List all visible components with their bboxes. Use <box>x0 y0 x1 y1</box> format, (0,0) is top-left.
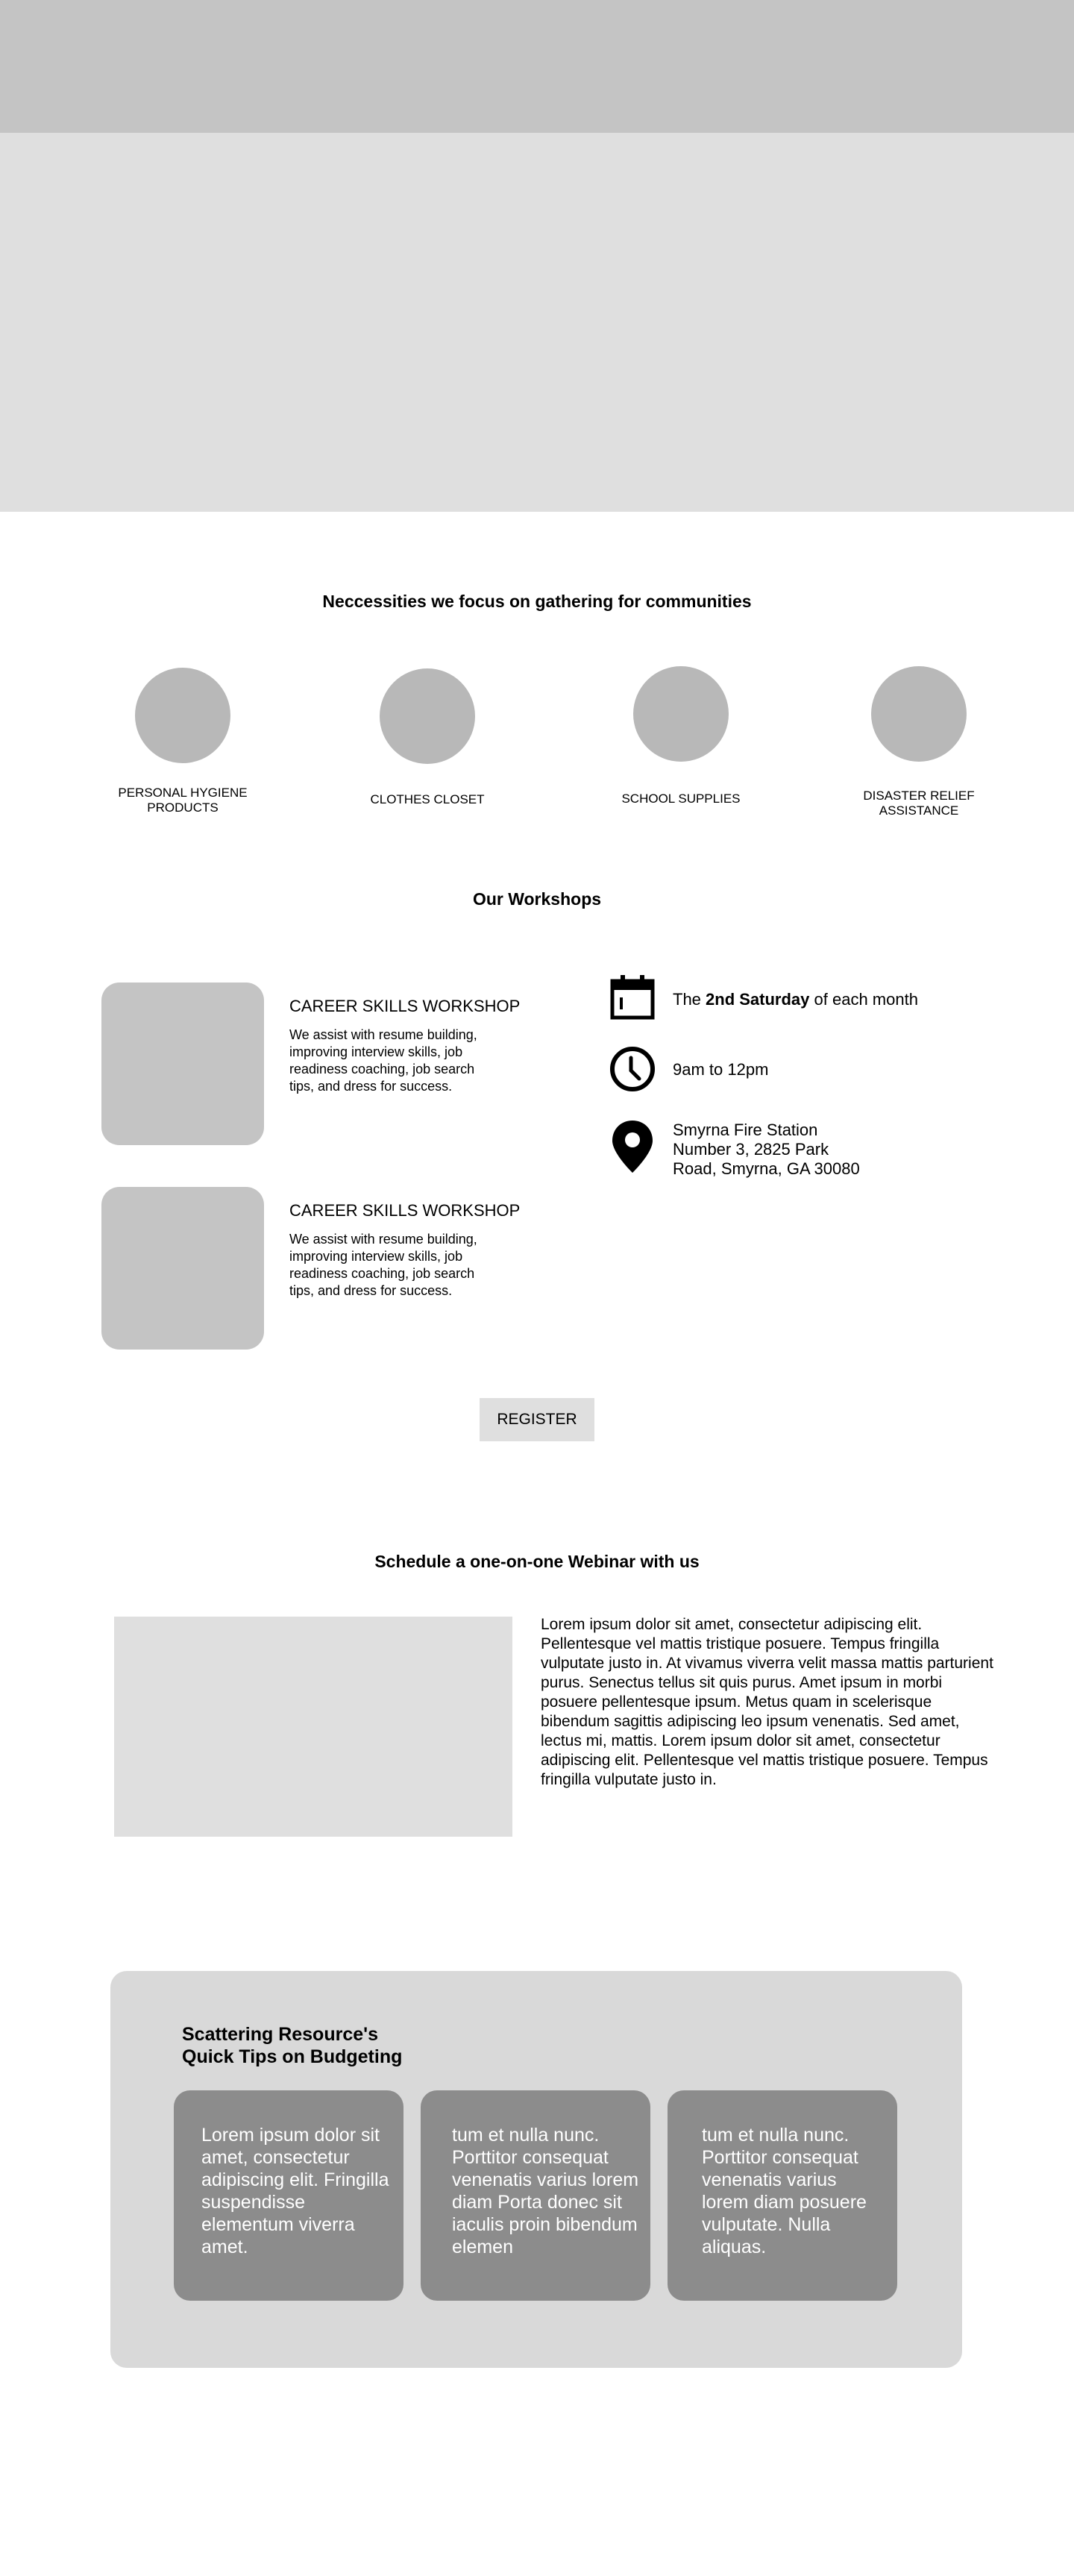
workshop-image <box>101 1187 264 1350</box>
budget-tips-title-line: Quick Tips on Budgeting <box>182 2046 403 2067</box>
calendar-icon <box>610 974 655 1020</box>
schedule-date-bold: 2nd Saturday <box>706 990 810 1009</box>
necessity-image <box>871 666 967 762</box>
tip-text: Lorem ipsum dolor sit amet, consectetur … <box>201 2125 389 2257</box>
location-line: Road, Smyrna, GA 30080 <box>673 1159 860 1178</box>
schedule-location: Smyrna Fire Station Number 3, 2825 Park … <box>673 1121 860 1179</box>
workshop-title: CAREER SKILLS WORKSHOP <box>289 1201 521 1220</box>
tip-card: Lorem ipsum dolor sit amet, consectetur … <box>174 2090 403 2301</box>
schedule-date: The 2nd Saturday of each month <box>673 990 918 1009</box>
workshops-title: Our Workshops <box>472 889 602 909</box>
budget-tips-title: Scattering Resource's Quick Tips on Budg… <box>182 2023 402 2068</box>
workshop-description: We assist with resume building, improvin… <box>289 1232 477 1298</box>
location-pin-icon <box>610 1119 655 1174</box>
workshop-image <box>101 983 264 1145</box>
workshop-title: CAREER SKILLS WORKSHOP <box>289 997 521 1015</box>
schedule-time: 9am to 12pm <box>673 1060 769 1079</box>
top-banner <box>0 0 1074 133</box>
necessity-personal-hygiene: PERSONAL HYGIENE PRODUCTS <box>93 668 272 815</box>
location-line: Smyrna Fire Station <box>673 1121 818 1139</box>
workshop-description: We assist with resume building, improvin… <box>289 1027 477 1094</box>
necessity-school-supplies: SCHOOL SUPPLIES <box>591 666 770 806</box>
necessities-title: Neccessities we focus on gathering for c… <box>322 592 752 611</box>
tip-card: tum et nulla nunc. Porttitor consequat v… <box>668 2090 897 2301</box>
budget-tips-title-line: Scattering Resource's <box>182 2024 378 2045</box>
register-button[interactable]: REGISTER <box>480 1398 594 1441</box>
necessity-label: SCHOOL SUPPLIES <box>621 792 741 806</box>
necessity-image <box>633 666 729 762</box>
location-line: Number 3, 2825 Park <box>673 1140 829 1159</box>
necessity-label: CLOTHES CLOSET <box>370 792 485 806</box>
schedule-date-suffix: of each month <box>809 990 918 1009</box>
webinar-title: Schedule a one-on-one Webinar with us <box>374 1552 700 1571</box>
necessity-image <box>380 668 475 764</box>
necessity-image <box>135 668 230 763</box>
hero-image-placeholder <box>0 133 1074 512</box>
necessity-disaster-relief: DISASTER RELIEF ASSISTANCE <box>829 666 1008 818</box>
webinar-description: Lorem ipsum dolor sit amet, consectetur … <box>541 1616 993 1788</box>
clock-icon <box>609 1045 656 1093</box>
necessity-label: DISASTER RELIEF ASSISTANCE <box>863 789 975 818</box>
tip-text: tum et nulla nunc. Porttitor consequat v… <box>452 2125 639 2257</box>
necessity-clothes-closet: CLOTHES CLOSET <box>338 668 517 807</box>
schedule-date-prefix: The <box>673 990 706 1009</box>
tip-card: tum et nulla nunc. Porttitor consequat v… <box>421 2090 650 2301</box>
webinar-image-placeholder <box>114 1617 512 1837</box>
necessity-label: PERSONAL HYGIENE PRODUCTS <box>118 786 248 815</box>
tip-text: tum et nulla nunc. Porttitor consequat v… <box>702 2125 867 2257</box>
